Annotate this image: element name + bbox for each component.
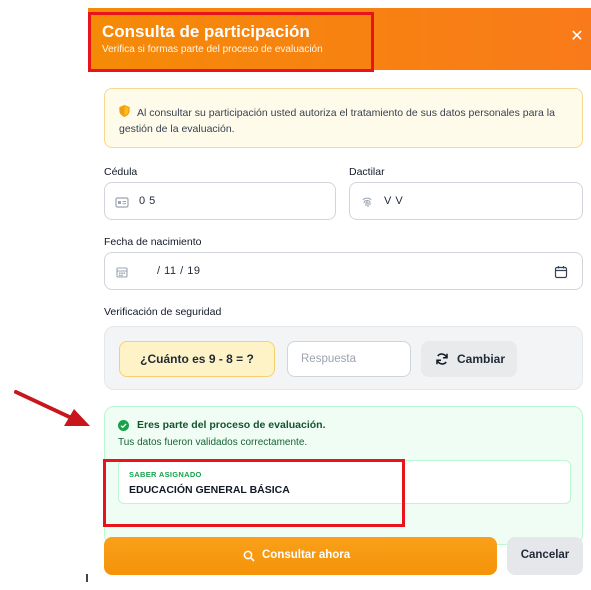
- calendar-icon: [116, 267, 128, 278]
- refresh-icon: [436, 353, 448, 365]
- cancel-button[interactable]: Cancelar: [507, 537, 583, 575]
- red-arrow-icon: [14, 390, 90, 426]
- search-icon: [243, 550, 255, 562]
- cedula-label: Cédula: [104, 166, 138, 178]
- captcha-answer-field[interactable]: [287, 341, 411, 377]
- fecha-field[interactable]: / 11 / 19: [104, 252, 583, 290]
- fingerprint-icon: [362, 197, 372, 207]
- fecha-label: Fecha de nacimiento: [104, 236, 202, 248]
- dactilar-field[interactable]: V V: [349, 182, 583, 220]
- dactilar-value: V V: [384, 195, 404, 207]
- cancel-button-label: Cancelar: [520, 549, 570, 561]
- change-captcha-label: Cambiar: [457, 352, 506, 366]
- security-check: ¿Cuánto es 9 - 8 = ? Cambiar: [104, 326, 583, 390]
- result-subtitle: Tus datos fueron validados correctamente…: [118, 437, 308, 448]
- check-circle-icon: [118, 420, 129, 431]
- fecha-value: / 11 / 19: [157, 265, 201, 277]
- cedula-value: 0 5: [139, 195, 156, 207]
- dactilar-label: Dactilar: [349, 166, 385, 178]
- privacy-notice: Al consultar su participación usted auto…: [104, 88, 583, 148]
- change-captcha-button[interactable]: Cambiar: [421, 341, 517, 377]
- security-label: Verificación de seguridad: [104, 306, 222, 318]
- cedula-field[interactable]: 0 5: [104, 182, 336, 220]
- consult-button-label: Consultar ahora: [262, 549, 351, 561]
- result-title: Eres parte del proceso de evaluación.: [137, 419, 326, 431]
- captcha-question: ¿Cuánto es 9 - 8 = ?: [119, 341, 275, 377]
- close-icon[interactable]: ✕: [570, 29, 584, 45]
- assigned-annotation-box: [103, 459, 405, 527]
- notice-text: Al consultar su participación usted auto…: [119, 107, 555, 135]
- cursor-mark: [86, 574, 88, 582]
- consulta-modal: Consulta de participación Verifica si fo…: [88, 8, 591, 590]
- captcha-answer-input[interactable]: [288, 342, 410, 376]
- id-card-icon: [115, 197, 129, 208]
- consult-button[interactable]: Consultar ahora: [104, 537, 497, 575]
- title-annotation-box: [88, 12, 374, 72]
- calendar-picker-icon[interactable]: [554, 265, 568, 279]
